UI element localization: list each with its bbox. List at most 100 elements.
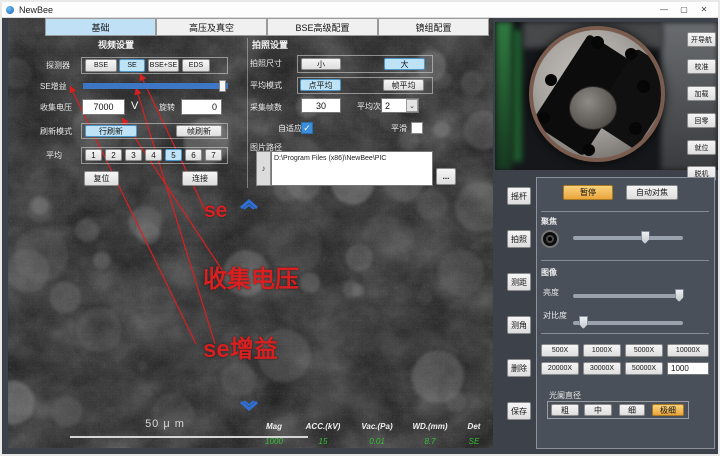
frames-input[interactable]: 30: [301, 98, 341, 113]
connect-button[interactable]: 连接: [182, 171, 218, 186]
autofocus-button[interactable]: 自动对焦: [626, 185, 678, 200]
path-input[interactable]: D:\Program Files (x86)\NewBee\PIC: [271, 151, 433, 186]
focus-slider-thumb[interactable]: [641, 231, 650, 244]
status-value: 1000: [265, 437, 283, 446]
dropdown-arrow-icon[interactable]: ⌄: [406, 99, 418, 112]
point-average-button[interactable]: 点平均: [300, 79, 341, 91]
focus-knob-icon[interactable]: [541, 230, 559, 248]
contrast-slider[interactable]: [573, 321, 683, 325]
average-3[interactable]: 3: [125, 149, 142, 161]
size-small-button[interactable]: 小: [301, 58, 341, 70]
mag-30000x-button[interactable]: 30000X: [583, 362, 621, 375]
frame-average-button[interactable]: 帧平均: [383, 79, 424, 91]
measure-dist-button[interactable]: 测距: [507, 273, 531, 291]
collect-voltage-label: 收集电压: [40, 103, 72, 112]
se-gain-slider-thumb[interactable]: [219, 80, 226, 92]
stage-hole: [637, 80, 650, 93]
divider: [541, 260, 709, 261]
brightness-slider-thumb[interactable]: [675, 289, 684, 302]
mag-5000x-button[interactable]: 5000X: [625, 344, 663, 357]
refresh-mode-label: 刷新模式: [40, 127, 72, 136]
stage-hole: [545, 74, 557, 86]
status-header: Det: [468, 422, 481, 431]
close-button[interactable]: ✕: [694, 3, 714, 17]
tab-lens-config[interactable]: 镜组配置: [378, 18, 489, 36]
detector-se[interactable]: SE: [119, 59, 145, 72]
contrast-slider-thumb[interactable]: [579, 316, 588, 329]
app-icon: [6, 6, 14, 14]
stage-hole: [625, 48, 637, 60]
pause-button[interactable]: 暂停: [563, 185, 613, 200]
average-5[interactable]: 5: [165, 149, 182, 161]
calibrate-button[interactable]: 校准: [687, 59, 716, 74]
refresh-line-button[interactable]: 行刷新: [85, 125, 137, 137]
status-header: WD.(mm): [412, 422, 447, 431]
in-place-button[interactable]: 就位: [687, 140, 716, 155]
note-icon: ♪: [262, 164, 266, 173]
average-6[interactable]: 6: [185, 149, 202, 161]
detector-eds[interactable]: EDS: [182, 59, 210, 72]
size-large-button[interactable]: 大: [384, 58, 425, 70]
status-value: SE: [469, 437, 480, 446]
focus-slider[interactable]: [573, 236, 683, 240]
open-nav-button[interactable]: 开导航: [687, 32, 716, 47]
photo-settings-title: 拍照设置: [252, 38, 288, 51]
average-4[interactable]: 4: [145, 149, 162, 161]
image-section-label: 图像: [541, 268, 557, 277]
contrast-label: 对比度: [543, 311, 567, 320]
tab-hv-vacuum[interactable]: 高压及真空: [156, 18, 267, 36]
collapse-up-icon[interactable]: [238, 196, 260, 210]
check-icon: ✓: [303, 123, 311, 134]
rotate-label: 旋转: [159, 103, 175, 112]
window-title: NewBee: [19, 5, 654, 15]
reset-button[interactable]: 复位: [84, 171, 119, 186]
aperture-fine-button[interactable]: 细: [619, 404, 645, 416]
load-button[interactable]: 加载: [687, 86, 716, 101]
mag-input[interactable]: 1000: [667, 362, 709, 375]
home-button[interactable]: 回零: [687, 113, 716, 128]
main-area: se 收集电压 se增益 50 μ m Mag1000 ACC.(kV)15 V…: [2, 18, 718, 454]
newbee-window: NewBee — ▢ ✕: [0, 0, 720, 456]
detector-bse-se[interactable]: BSE+SE: [148, 59, 179, 72]
divider: [541, 333, 709, 334]
scalebar-label: 50 μ m: [120, 420, 210, 429]
frames-label: 采集帧数: [250, 103, 282, 112]
expand-down-icon[interactable]: [238, 400, 260, 414]
aperture-ultrafine-button[interactable]: 极细: [652, 404, 684, 416]
tab-bse-config[interactable]: BSE高级配置: [267, 18, 378, 36]
average-1[interactable]: 1: [85, 149, 102, 161]
aperture-medium-button[interactable]: 中: [584, 404, 612, 416]
mag-10000x-button[interactable]: 10000X: [667, 344, 709, 357]
status-value: 15: [319, 437, 328, 446]
annotation-voltage: 收集电压: [203, 268, 299, 292]
rotate-input[interactable]: 0: [181, 99, 222, 115]
brightness-slider[interactable]: [573, 294, 683, 298]
mag-500x-button[interactable]: 500X: [541, 344, 579, 357]
save-button[interactable]: 保存: [507, 402, 531, 420]
smooth-checkbox[interactable]: ✓: [411, 122, 423, 134]
joystick-button[interactable]: 摇杆: [507, 187, 531, 205]
mag-50000x-button[interactable]: 50000X: [625, 362, 663, 375]
measure-angle-button[interactable]: 测角: [507, 316, 531, 334]
tab-basic[interactable]: 基础: [45, 18, 156, 36]
delete-button[interactable]: 删除: [507, 359, 531, 377]
se-gain-slider[interactable]: [83, 83, 228, 89]
average-2[interactable]: 2: [105, 149, 122, 161]
snapshot-button[interactable]: 拍照: [507, 230, 531, 248]
sample-puck: [569, 86, 617, 130]
mag-1000x-button[interactable]: 1000X: [583, 344, 621, 357]
adaptive-checkbox[interactable]: ✓: [301, 122, 313, 134]
browse-button[interactable]: ...: [436, 168, 456, 185]
detector-bse[interactable]: BSE: [85, 59, 117, 72]
minimize-button[interactable]: —: [654, 3, 674, 17]
collect-voltage-input[interactable]: 7000: [82, 99, 125, 115]
mag-20000x-button[interactable]: 20000X: [541, 362, 579, 375]
maximize-button[interactable]: ▢: [674, 3, 694, 17]
aperture-label: 光阑直径: [549, 391, 581, 400]
average-7[interactable]: 7: [205, 149, 222, 161]
photo-size-label: 拍照尺寸: [250, 59, 282, 68]
status-header: ACC.(kV): [306, 422, 341, 431]
refresh-frame-button[interactable]: 帧刷新: [176, 125, 222, 137]
path-scroll-strip[interactable]: ♪: [256, 151, 271, 186]
aperture-coarse-button[interactable]: 粗: [551, 404, 579, 416]
